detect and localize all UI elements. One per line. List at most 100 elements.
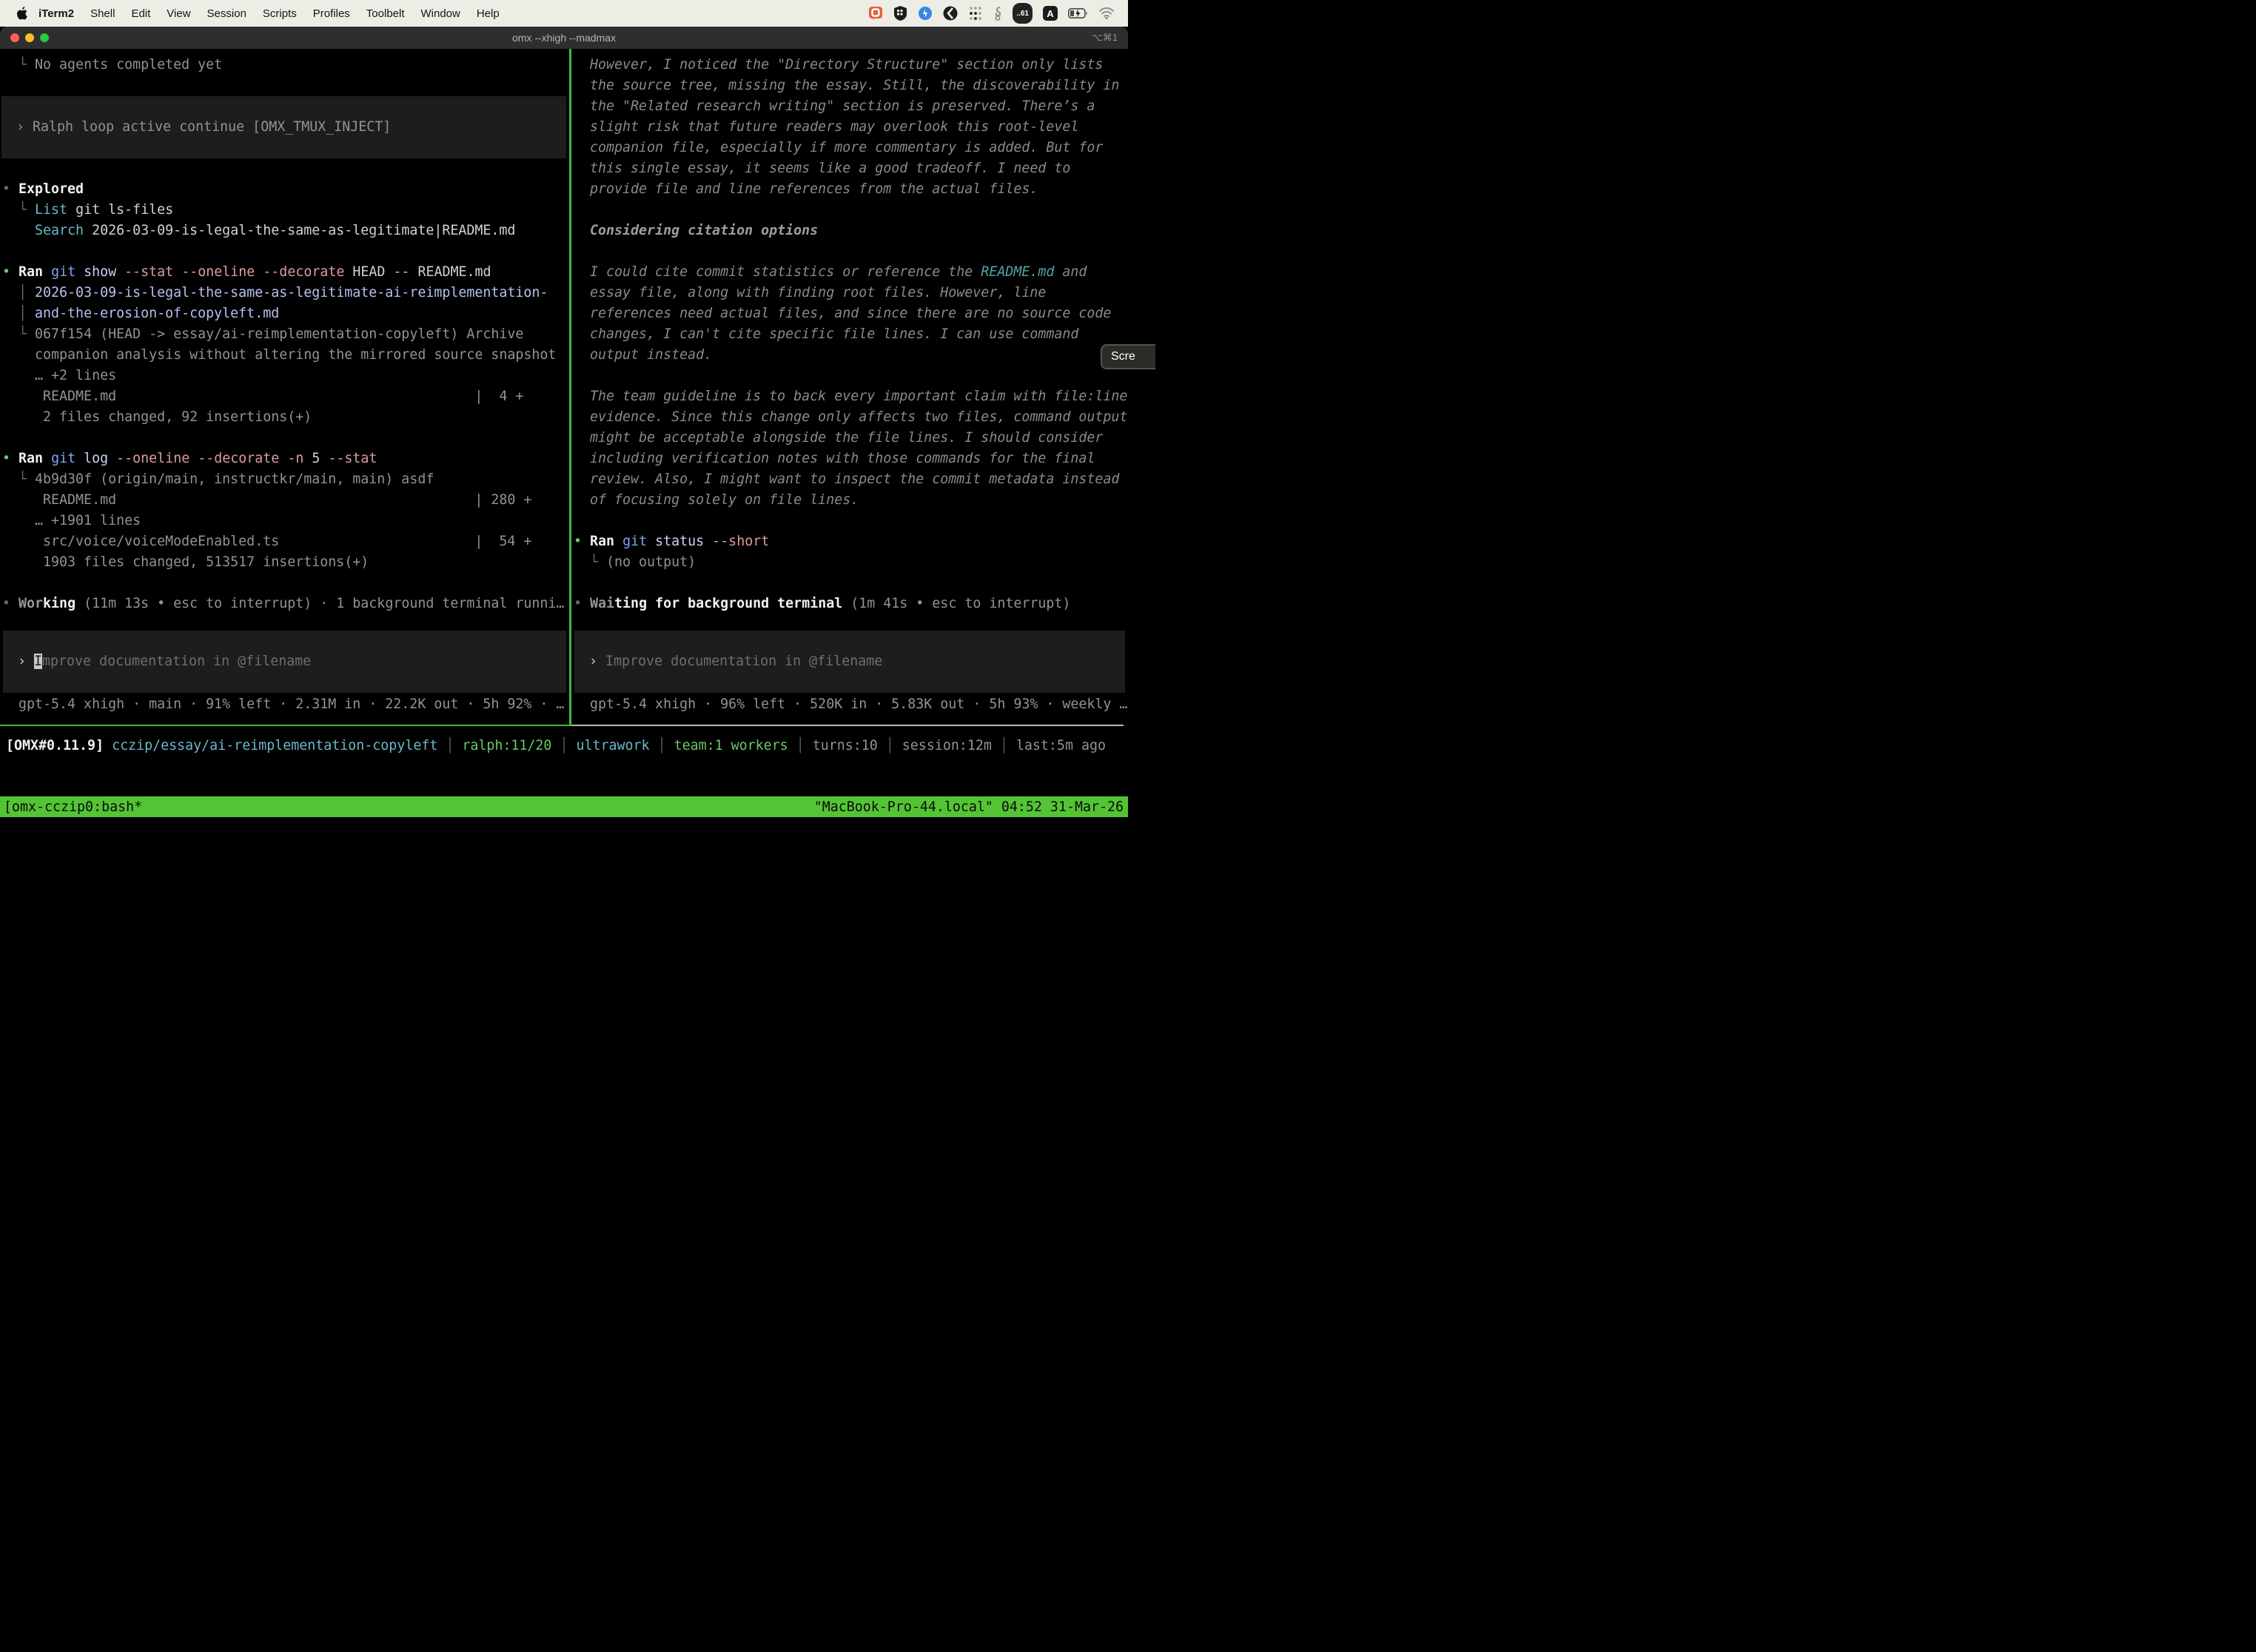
chat-icon[interactable]	[868, 5, 883, 21]
omx-status-line: [OMX#0.11.9] cczip/essay/ai-reimplementa…	[4, 736, 1128, 756]
terminal-line: of focusing solely on file lines.	[571, 490, 1128, 511]
terminal-line: • Ran git show --stat --oneline --decora…	[0, 262, 569, 283]
right-pane-status: gpt-5.4 xhigh · 96% left · 520K in · 5.8…	[571, 694, 1128, 715]
apple-menu-icon[interactable]	[16, 7, 27, 20]
terminal-line	[0, 428, 569, 449]
pane-divider[interactable]	[569, 49, 571, 725]
terminal-line: … +1901 lines	[0, 511, 569, 531]
menu-item-app[interactable]: iTerm2	[30, 7, 82, 20]
terminal-line: └ No agents completed yet	[0, 55, 569, 75]
shield-grid-icon[interactable]	[893, 5, 907, 21]
terminal-line: references need actual files, and since …	[571, 303, 1128, 324]
terminal-line: └ List git ls-files	[0, 200, 569, 221]
terminal-line: src/voice/voiceModeEnabled.ts | 54 +	[0, 531, 569, 552]
terminal-line: README.md | 280 +	[0, 490, 569, 511]
terminal-line	[571, 200, 1128, 221]
iterm2-window: omx --xhigh --madmax ⌥⌘1 └ No agents com…	[0, 27, 1128, 826]
menu-item-toolbelt[interactable]: Toolbelt	[358, 7, 413, 20]
hook-icon[interactable]	[993, 5, 1002, 21]
menu-item-session[interactable]: Session	[199, 7, 255, 20]
menu-item-help[interactable]: Help	[469, 7, 508, 20]
terminal-line: │ 2026-03-09-is-legal-the-same-as-legiti…	[0, 283, 569, 303]
left-prompt-input[interactable]: › Improve documentation in @filename	[3, 631, 566, 693]
right-agent-pane[interactable]: However, I noticed the "Directory Struct…	[571, 49, 1128, 725]
terminal-line: Considering citation options	[571, 221, 1128, 241]
terminal-line: • Ran git log --oneline --decorate -n 5 …	[0, 449, 569, 469]
menu-bar: iTerm2 ShellEditViewSessionScriptsProfil…	[0, 0, 1128, 27]
terminal-line: this single essay, it seems like a good …	[571, 158, 1128, 179]
terminal-line	[1, 96, 566, 117]
wifi-icon[interactable]	[1098, 5, 1115, 21]
terminal-line: I could cite commit statistics or refere…	[571, 262, 1128, 283]
terminal-line: companion file, especially if more comme…	[571, 138, 1128, 158]
dots-grid-icon[interactable]	[968, 5, 983, 21]
badge-61-icon[interactable]: ..61	[1013, 3, 1033, 24]
terminal-line: However, I noticed the "Directory Struct…	[571, 55, 1128, 75]
close-button[interactable]	[10, 33, 19, 42]
terminal-line: gpt-5.4 xhigh · 96% left · 520K in · 5.8…	[571, 694, 1128, 715]
terminal-line: README.md | 4 +	[0, 386, 569, 407]
terminal-line: › Improve documentation in @filename	[589, 651, 882, 672]
terminal-line: • Working (11m 13s • esc to interrupt) ·…	[0, 594, 569, 614]
terminal-line	[1, 138, 566, 158]
kaleidoscope-icon[interactable]	[943, 5, 958, 21]
terminal-line: provide file and line references from th…	[571, 179, 1128, 200]
terminal-line	[571, 366, 1128, 386]
menu-item-edit[interactable]: Edit	[123, 7, 158, 20]
terminal-line: output instead.	[571, 345, 1128, 366]
window-title-bar[interactable]: omx --xhigh --madmax ⌥⌘1	[0, 27, 1128, 49]
terminal-line: │ and-the-erosion-of-copyleft.md	[0, 303, 569, 324]
pane-border-bottom-left	[0, 725, 571, 726]
input-source-icon[interactable]: A	[1043, 6, 1058, 21]
pane-border-bottom-right	[571, 725, 1124, 726]
terminal-line	[0, 75, 569, 96]
battery-icon[interactable]	[1068, 5, 1088, 21]
screen-overlay-button[interactable]: Scre	[1101, 344, 1155, 369]
terminal-line: └ 067f154 (HEAD -> essay/ai-reimplementa…	[0, 324, 569, 345]
terminal-line	[0, 158, 569, 179]
terminal-line: The team guideline is to back every impo…	[571, 386, 1128, 407]
terminal-line: evidence. Since this change only affects…	[571, 407, 1128, 428]
terminal-line: └ (no output)	[571, 552, 1128, 573]
terminal-line: [OMX#0.11.9] cczip/essay/ai-reimplementa…	[4, 736, 1128, 756]
right-prompt-input[interactable]: › Improve documentation in @filename	[574, 631, 1125, 693]
terminal-line: including verification notes with those …	[571, 449, 1128, 469]
terminal-line	[571, 241, 1128, 262]
terminal-line: • Ran git status --short	[571, 531, 1128, 552]
terminal-line: 2 files changed, 92 insertions(+)	[0, 407, 569, 428]
terminal-line: the source tree, missing the essay. Stil…	[571, 75, 1128, 96]
tmux-session-label[interactable]: [omx-cczip0:bash*	[0, 799, 142, 815]
terminal-line	[571, 573, 1128, 594]
terminal-line: companion analysis without altering the …	[0, 345, 569, 366]
left-pane-status: gpt-5.4 xhigh · main · 91% left · 2.31M …	[0, 694, 569, 715]
menu-item-profiles[interactable]: Profiles	[305, 7, 358, 20]
terminal-area: └ No agents completed yet› Ralph loop ac…	[0, 49, 1128, 826]
tmux-host-clock: "MacBook-Pro-44.local" 04:52 31-Mar-26	[814, 799, 1128, 815]
terminal-line: slight risk that future readers may over…	[571, 117, 1128, 138]
terminal-line: gpt-5.4 xhigh · main · 91% left · 2.31M …	[0, 694, 569, 715]
left-pane-transcript: └ No agents completed yet› Ralph loop ac…	[0, 55, 569, 614]
terminal-line: › Improve documentation in @filename	[18, 651, 311, 672]
menu-item-shell[interactable]: Shell	[82, 7, 123, 20]
zoom-button[interactable]	[40, 33, 49, 42]
menu-item-view[interactable]: View	[158, 7, 198, 20]
terminal-line: … +2 lines	[0, 366, 569, 386]
terminal-line	[571, 511, 1128, 531]
terminal-line: essay file, along with finding root file…	[571, 283, 1128, 303]
tmux-status-bar: [omx-cczip0:bash* "MacBook-Pro-44.local"…	[0, 796, 1128, 817]
screen-overlay-label: Scre	[1111, 350, 1135, 363]
terminal-line: might be acceptable alongside the file l…	[571, 428, 1128, 449]
menu-items: ShellEditViewSessionScriptsProfilesToolb…	[82, 7, 508, 20]
menu-item-window[interactable]: Window	[413, 7, 469, 20]
window-title: omx --xhigh --madmax	[0, 32, 1128, 44]
terminal-line: the "Related research writing" section i…	[571, 96, 1128, 117]
menu-status-area: ..61 A	[868, 3, 1128, 24]
terminal-line	[0, 241, 569, 262]
terminal-line: 1903 files changed, 513517 insertions(+)	[0, 552, 569, 573]
window-shortcut-hint: ⌥⌘1	[1092, 32, 1118, 44]
left-agent-pane[interactable]: └ No agents completed yet› Ralph loop ac…	[0, 49, 569, 725]
verified-badge-icon[interactable]	[918, 5, 933, 21]
minimize-button[interactable]	[25, 33, 34, 42]
menu-item-scripts[interactable]: Scripts	[255, 7, 305, 20]
terminal-line: └ 4b9d30f (origin/main, instructkr/main,…	[0, 469, 569, 490]
